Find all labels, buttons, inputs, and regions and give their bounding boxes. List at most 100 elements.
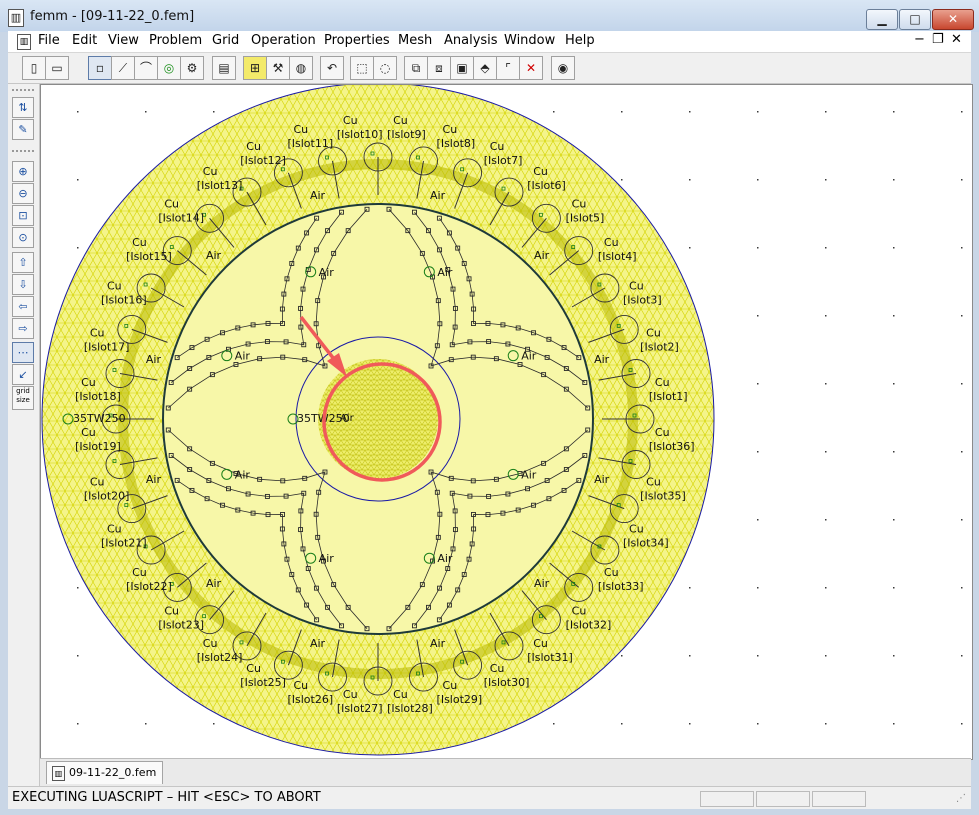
rotor-air-label: Air — [521, 468, 537, 481]
delete-icon[interactable]: ✕ — [519, 56, 543, 80]
toolbar-grip — [12, 150, 34, 156]
block-label-icon[interactable]: ◎ — [157, 56, 181, 80]
menu-window[interactable]: Window — [504, 33, 555, 48]
grid-dot — [145, 723, 147, 725]
close-button[interactable]: ✕ — [932, 9, 974, 30]
grid-dot — [689, 587, 691, 589]
slot-material-label: Cu — [132, 236, 147, 249]
mdi-minimize-button[interactable]: − — [914, 32, 925, 47]
slot-material-label: Cu — [655, 426, 670, 439]
femm-app-icon[interactable]: ▥ — [8, 9, 24, 27]
zoom-natural-icon[interactable]: ⊙ — [12, 227, 34, 248]
grid-dot — [825, 315, 827, 317]
open-file-icon[interactable]: ▭ — [45, 56, 69, 80]
model-drawing[interactable]: Cu[Islot1]Cu[Islot2]Cu[Islot3]Cu[Islot4]… — [41, 85, 972, 759]
grid-dot — [553, 723, 555, 725]
mesh-icon[interactable]: ⊞ — [243, 56, 267, 80]
menu-grid[interactable]: Grid — [212, 33, 239, 48]
group-select-icon[interactable]: ◉ — [551, 56, 575, 80]
slot-circuit-label: [Islot19] — [75, 440, 121, 453]
menu-analysis[interactable]: Analysis — [444, 33, 498, 48]
slot-material-label: Cu — [572, 605, 587, 618]
pan-right-icon[interactable]: ⇨ — [12, 318, 34, 339]
menu-problem[interactable]: Problem — [149, 33, 202, 48]
menu-operation[interactable]: Operation — [251, 33, 316, 48]
show-grid-icon[interactable]: ⋯ — [12, 342, 34, 363]
scale-icon[interactable]: ▣ — [450, 56, 474, 80]
menu-file[interactable]: File — [38, 33, 60, 48]
slot-material-label: Cu — [203, 165, 218, 178]
grid-dot — [961, 587, 963, 589]
grid-dot — [757, 519, 759, 521]
mdi-restore-button[interactable]: ❐ — [932, 32, 944, 47]
fillet-icon[interactable]: ⌜ — [496, 56, 520, 80]
grid-dot — [893, 519, 895, 521]
slot-circuit-label: [Islot16] — [101, 293, 147, 306]
menu-properties[interactable]: Properties — [324, 33, 390, 48]
grid-dot — [553, 111, 555, 113]
zoom-in-icon[interactable]: ⊕ — [12, 161, 34, 182]
menu-mesh[interactable]: Mesh — [398, 33, 432, 48]
title-bar: ▥ femm - [09-11-22_0.fem] ▁ □ ✕ — [0, 0, 979, 32]
slot-circuit-label: [Islot26] — [287, 693, 333, 706]
slot-circuit-label: [Islot6] — [527, 179, 566, 192]
grid-dot — [689, 179, 691, 181]
pan-up-icon[interactable]: ⇧ — [12, 252, 34, 273]
view-results-icon[interactable]: ◍ — [289, 56, 313, 80]
grid-dot — [825, 111, 827, 113]
copy-icon[interactable]: ⧉ — [404, 56, 428, 80]
menu-view[interactable]: View — [108, 33, 139, 48]
new-file-icon[interactable]: ▯ — [22, 56, 46, 80]
mirror-icon[interactable]: ⬘ — [473, 56, 497, 80]
move-icon[interactable]: ⧈ — [427, 56, 451, 80]
rotor-air-label: Air — [235, 468, 251, 481]
grid-dot — [961, 723, 963, 725]
mdi-close-button[interactable]: ✕ — [951, 32, 962, 47]
properties-icon[interactable]: ▤ — [212, 56, 236, 80]
undo-icon[interactable]: ↶ — [320, 56, 344, 80]
grid-dot — [145, 111, 147, 113]
snap-grid-icon[interactable]: ↙ — [12, 364, 34, 385]
resize-grip-icon[interactable]: ⋰ — [956, 793, 966, 804]
slot-material-label: Cu — [629, 279, 644, 292]
slot-material-label: Cu — [164, 605, 179, 618]
menu-edit[interactable]: Edit — [72, 33, 97, 48]
grid-dot — [961, 655, 963, 657]
node-icon[interactable]: ▫ — [88, 56, 112, 80]
document-tab[interactable]: ▥ 09-11-22_0.fem — [46, 761, 164, 784]
zoom-window-icon[interactable]: ⊡ — [12, 205, 34, 226]
edit-pencil-icon[interactable]: ✎ — [12, 119, 34, 140]
minimize-button[interactable]: ▁ — [866, 9, 898, 30]
grid-dot — [961, 451, 963, 453]
arc-icon[interactable]: ⌒ — [134, 56, 158, 80]
slot-circuit-label: [Islot13] — [197, 179, 243, 192]
slot-circuit-label: [Islot17] — [84, 340, 130, 353]
pan-left-icon[interactable]: ⇦ — [12, 296, 34, 317]
document-menu-icon[interactable]: ▥ — [17, 34, 31, 50]
group-icon[interactable]: ⚙ — [180, 56, 204, 80]
circle-select-icon[interactable]: ◌ — [373, 56, 397, 80]
slot-material-label: Cu — [90, 326, 105, 339]
box-select-icon[interactable]: ⬚ — [350, 56, 374, 80]
grid-size-icon[interactable]: grid size — [12, 386, 34, 410]
drawing-canvas[interactable]: Cu [Islot1] Cu [Islot2] Cu [Islot3] Cu [Islot4]… — [40, 84, 973, 760]
airgap-label: Air — [146, 473, 162, 486]
slot-circuit-label: [Islot22] — [126, 580, 172, 593]
rotor-air-label: Air — [235, 350, 251, 363]
view-toolbar: ⇅ ✎ ⊕ ⊖ ⊡ ⊙ ⇧ ⇩ ⇦ ⇨ ⋯ ↙ grid size — [8, 84, 40, 788]
grid-dot — [757, 383, 759, 385]
pan-down-icon[interactable]: ⇩ — [12, 274, 34, 295]
menu-help[interactable]: Help — [565, 33, 595, 48]
segment-icon[interactable]: ⟋ — [111, 56, 135, 80]
maximize-button[interactable]: □ — [899, 9, 931, 30]
slot-material-label: Cu — [246, 140, 261, 153]
slot-circuit-label: [Islot5] — [566, 211, 605, 224]
slot-material-label: Cu — [203, 637, 218, 650]
grid-dot — [961, 519, 963, 521]
status-cell — [700, 791, 754, 807]
slot-material-label: Cu — [443, 679, 458, 692]
analyze-icon[interactable]: ⚒ — [266, 56, 290, 80]
grid-dot — [757, 587, 759, 589]
sort-icon[interactable]: ⇅ — [12, 97, 34, 118]
zoom-out-icon[interactable]: ⊖ — [12, 183, 34, 204]
